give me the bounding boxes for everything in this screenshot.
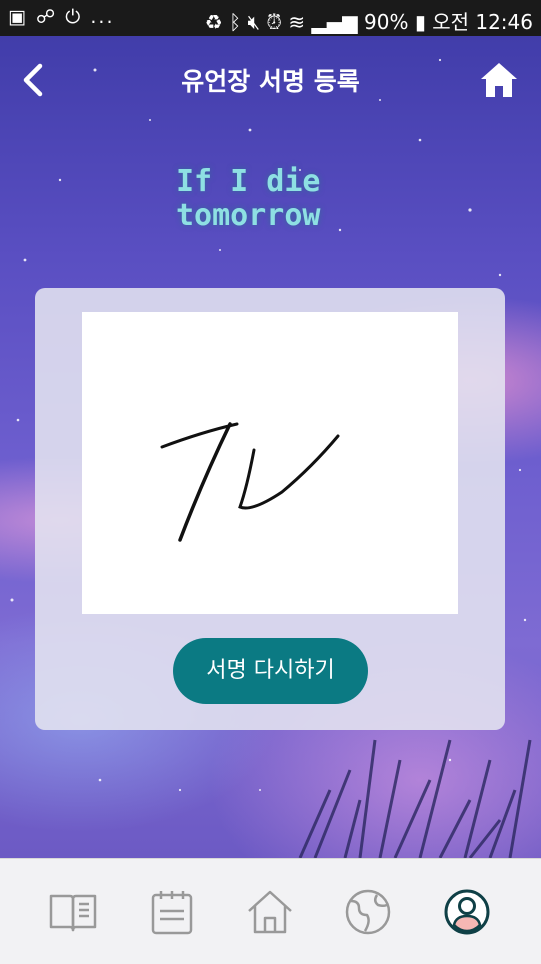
- signal-icon: ▂▄▆: [311, 10, 358, 34]
- notepad-icon[interactable]: [147, 887, 197, 937]
- alarm-icon: ⏰︎: [266, 10, 283, 34]
- status-right: ♻ ᛒ 🔇︎ ⏰︎ ≋ ▂▄▆ 90% ▮ 오전 12:46: [205, 6, 533, 35]
- clock: 오전 12:46: [432, 10, 533, 34]
- bottom-tab-bar: [0, 858, 541, 964]
- status-left-icons: ▣ ☍ ⏻ ...: [8, 6, 115, 28]
- power-icon: ⏻: [65, 6, 83, 28]
- logo-line-2: tomorrow: [176, 198, 321, 233]
- status-bar: ▣ ☍ ⏻ ... ♻ ᛒ 🔇︎ ⏰︎ ≋ ▂▄▆ 90% ▮ 오전 12:46: [0, 0, 541, 36]
- home-icon[interactable]: [479, 60, 519, 100]
- logo-line-1: If I die: [176, 164, 321, 199]
- signature-stroke: [160, 422, 340, 542]
- battery-percent: 90%: [364, 10, 409, 34]
- wifi-icon: ≋: [288, 10, 306, 34]
- bluetooth-icon: ᛒ: [229, 10, 242, 34]
- status-more: ...: [90, 6, 115, 28]
- page-title: 유언장 서명 등록: [181, 67, 360, 96]
- signature-pad[interactable]: [82, 312, 458, 614]
- battery-saver-icon: ♻: [204, 10, 223, 34]
- globe-icon[interactable]: [343, 887, 393, 937]
- retry-signature-button[interactable]: 서명 다시하기: [173, 638, 368, 704]
- house-icon[interactable]: [245, 887, 295, 937]
- a-icon: ▣: [8, 6, 28, 28]
- book-icon[interactable]: [48, 887, 98, 937]
- mute-icon: 🔇︎: [247, 10, 261, 34]
- header: 유언장 서명 등록: [0, 36, 541, 126]
- app-logo: If I die tomorrow: [176, 165, 321, 233]
- battery-icon: ▮: [414, 10, 426, 34]
- link-icon: ☍: [36, 6, 58, 28]
- profile-icon[interactable]: [442, 887, 492, 937]
